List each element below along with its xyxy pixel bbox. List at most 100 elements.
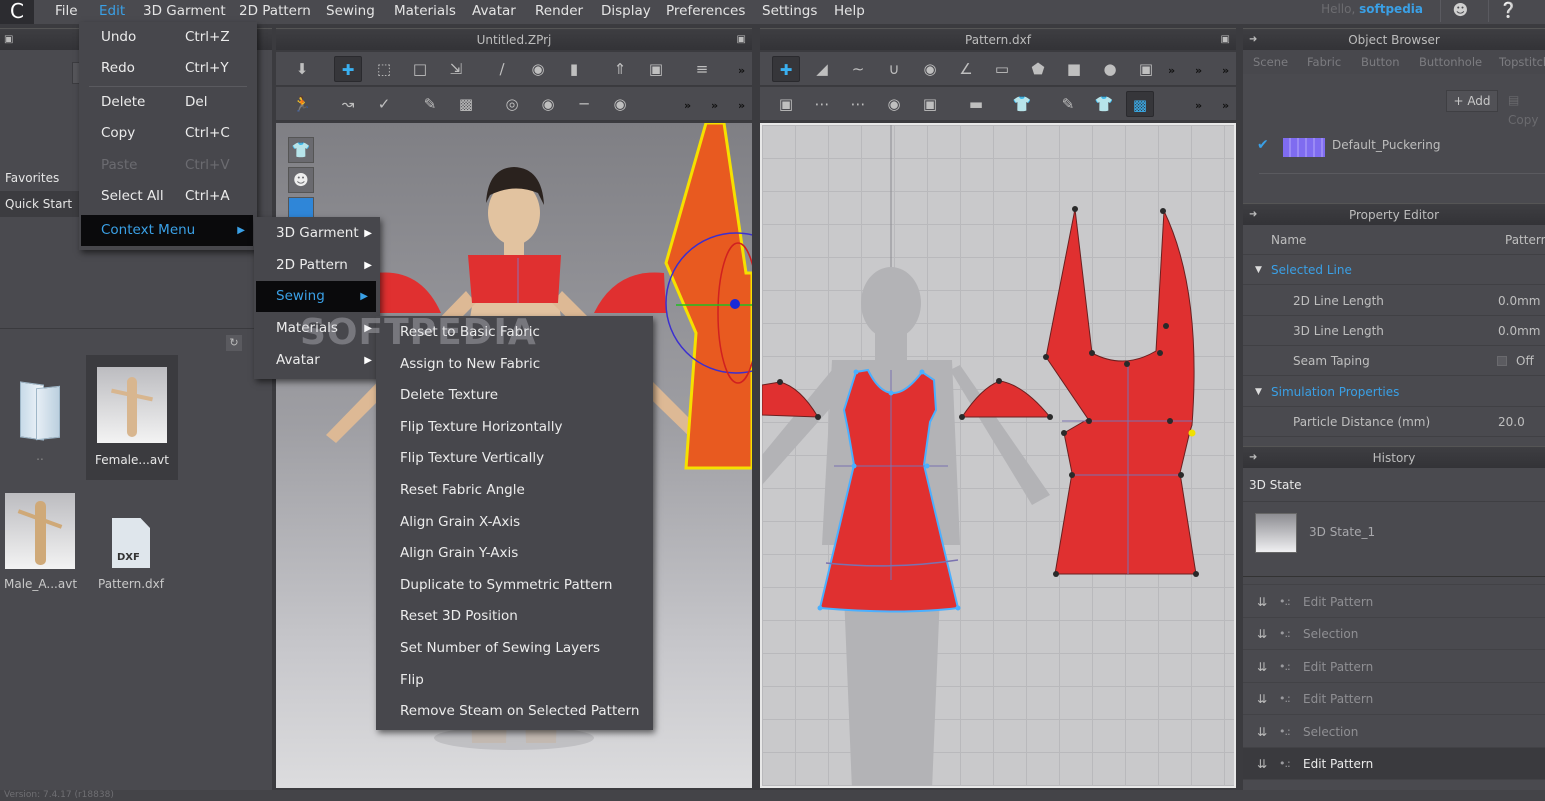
layer-icon[interactable]: ≡ xyxy=(688,56,716,82)
history-entry[interactable]: ⇊ •.: Edit Pattern xyxy=(1243,586,1545,618)
edit-curve-icon[interactable]: ∪ xyxy=(880,56,908,82)
dock-pin-icon[interactable]: ➜ xyxy=(1249,204,1257,226)
tree-item-quick-start[interactable]: Quick Start xyxy=(0,191,80,217)
dock-pin-icon[interactable]: ➜ xyxy=(1249,29,1257,51)
menu-help[interactable]: Help xyxy=(834,3,865,19)
copy-fabric-button[interactable]: ▤ Copy xyxy=(1502,90,1545,127)
toolbar-overflow-icon[interactable]: » xyxy=(1222,64,1229,77)
sewing-menu-item[interactable]: Flip Texture Horizontally xyxy=(376,412,653,443)
tree-item-favorites[interactable]: Favorites xyxy=(0,165,80,191)
username[interactable]: softpedia xyxy=(1359,2,1423,16)
toolbar-overflow-icon[interactable]: » xyxy=(1195,99,1202,112)
submenu-item-3d-garment[interactable]: 3D Garment ▶ xyxy=(254,218,380,249)
toolbar-overflow-icon[interactable]: » xyxy=(1222,99,1229,112)
history-entry[interactable]: ⇊ •.: Selection xyxy=(1243,577,1545,585)
ellipse-icon[interactable]: ● xyxy=(1096,56,1124,82)
button-select-icon[interactable]: ◉ xyxy=(534,91,562,117)
seam-taping-checkbox[interactable] xyxy=(1497,356,1507,366)
history-entry[interactable]: ⇊ •.: Edit Pattern xyxy=(1243,748,1545,780)
tab-topstitch[interactable]: Topstitch xyxy=(1499,52,1545,72)
menu-2d-pattern[interactable]: 2D Pattern xyxy=(239,3,311,19)
rectangle-icon[interactable]: ■ xyxy=(1060,56,1088,82)
file-male-avatar[interactable]: Male_A...avt xyxy=(4,493,77,601)
edit-sewing-icon[interactable]: ↝ xyxy=(334,91,362,117)
property-row[interactable]: 2D Line Length 0.0mm xyxy=(1243,286,1545,316)
menu-materials[interactable]: Materials xyxy=(394,3,456,19)
sewing-menu-item[interactable]: Flip Texture Vertically xyxy=(376,443,653,474)
history-entry[interactable]: ⇊ •.: Edit Pattern xyxy=(1243,683,1545,715)
property-value[interactable]: 0.0mm xyxy=(1498,286,1540,316)
edit-pattern-icon[interactable]: ✚ xyxy=(772,56,800,82)
submenu-item-2d-pattern[interactable]: 2D Pattern ▶ xyxy=(254,250,380,281)
property-value[interactable]: 20.0 xyxy=(1498,407,1525,437)
menu-preferences[interactable]: Preferences xyxy=(666,3,745,19)
tab-button[interactable]: Button xyxy=(1361,52,1400,72)
app-logo-icon[interactable]: C xyxy=(0,0,34,24)
tab-fabric[interactable]: Fabric xyxy=(1307,52,1341,72)
texture-2d-icon[interactable]: 👕 xyxy=(1090,91,1118,117)
button-icon[interactable]: ◎ xyxy=(498,91,526,117)
slash-icon[interactable]: ▭ xyxy=(988,56,1016,82)
transform-pattern-icon[interactable]: ✚ xyxy=(334,56,362,82)
sewing-menu-item[interactable]: Duplicate to Symmetric Pattern xyxy=(376,570,653,601)
cut-curve-icon[interactable]: ∠ xyxy=(952,56,980,82)
fabric-list-item[interactable]: ✔ Default_Puckering xyxy=(1243,132,1545,162)
fold-arrange-icon[interactable]: ⇑ xyxy=(606,56,634,82)
menu-item-redo[interactable]: Redo Ctrl+Y xyxy=(79,53,257,84)
menu-item-select-all[interactable]: Select All Ctrl+A xyxy=(79,181,257,212)
undock-icon[interactable]: ▣ xyxy=(4,29,13,51)
menu-3d-garment[interactable]: 3D Garment xyxy=(143,3,226,19)
tab-buttonhole[interactable]: Buttonhole xyxy=(1419,52,1482,72)
m-n-sew-icon[interactable]: ⋯ xyxy=(844,91,872,117)
property-row[interactable]: Seam Taping Off xyxy=(1243,346,1545,376)
arrow-down-icon[interactable]: ⬇ xyxy=(288,56,316,82)
polygon-icon[interactable]: ⬟ xyxy=(1024,56,1052,82)
submenu-item-sewing[interactable]: Sewing ▶ xyxy=(256,281,376,312)
sewing-menu-item[interactable]: Reset 3D Position xyxy=(376,601,653,632)
menu-render[interactable]: Render xyxy=(535,3,583,19)
file-folder-up[interactable]: .. xyxy=(0,358,80,478)
property-value[interactable]: 0.0mm xyxy=(1498,316,1540,346)
file-female-avatar[interactable]: Female...avt xyxy=(86,355,178,480)
history-entry[interactable]: ⇊ •.: Selection xyxy=(1243,716,1545,748)
free-sew-icon[interactable]: ⋯ xyxy=(808,91,836,117)
select-mesh-icon[interactable]: □ xyxy=(406,56,434,82)
menu-item-delete[interactable]: Delete Del xyxy=(79,87,257,118)
sewing-menu-item[interactable]: Remove Steam on Selected Pattern xyxy=(376,696,653,727)
avatar-pose-icon[interactable]: 🏃 xyxy=(288,91,316,117)
toolbar-overflow-icon[interactable]: » xyxy=(738,99,745,112)
sewing-menu-item[interactable]: Align Grain X-Axis xyxy=(376,507,653,538)
topstitch-icon[interactable]: 👕 xyxy=(1008,91,1036,117)
expand-arrow-icon[interactable]: ▼ xyxy=(1255,255,1262,285)
user-account-icon[interactable]: ☻ xyxy=(1440,0,1480,22)
help-icon[interactable]: ❔ xyxy=(1488,0,1528,22)
toolbar-overflow-icon[interactable]: » xyxy=(1168,64,1175,77)
toolbar-overflow-icon[interactable]: » xyxy=(684,99,691,112)
property-row[interactable]: Particle Distance (mm) 20.0 xyxy=(1243,407,1545,437)
add-fabric-button[interactable]: + Add xyxy=(1446,90,1498,112)
texture-toggle-icon[interactable]: ▩ xyxy=(452,91,480,117)
grain-texture-icon[interactable]: ▩ xyxy=(1126,91,1154,117)
refresh-icon[interactable]: ↻ xyxy=(226,335,242,351)
internal-shape-icon[interactable]: ▣ xyxy=(1132,56,1160,82)
history-entry[interactable]: ⇊ •.: Edit Pattern xyxy=(1243,651,1545,683)
sewing-menu-item[interactable]: Flip xyxy=(376,665,653,696)
lock-button-icon[interactable]: ◉ xyxy=(606,91,634,117)
tab-scene[interactable]: Scene xyxy=(1253,52,1288,72)
expand-arrow-icon[interactable]: ▼ xyxy=(1255,377,1262,407)
toolbar-overflow-icon[interactable]: » xyxy=(738,64,745,77)
steam-iron-icon[interactable]: ▬ xyxy=(962,91,990,117)
check-sew-icon[interactable]: ▣ xyxy=(916,91,944,117)
dock-pin-icon[interactable]: ➜ xyxy=(1249,447,1257,469)
buttonhole-icon[interactable]: ─ xyxy=(570,91,598,117)
sewing-menu-item[interactable]: Set Number of Sewing Layers xyxy=(376,633,653,664)
sewing-menu-item[interactable]: Delete Texture xyxy=(376,380,653,411)
menu-sewing[interactable]: Sewing xyxy=(326,3,375,19)
menu-edit[interactable]: Edit xyxy=(99,3,125,19)
texture-edit-icon[interactable]: ✎ xyxy=(416,91,444,117)
history-state-item[interactable]: 3D State_1 xyxy=(1243,503,1545,573)
menu-settings[interactable]: Settings xyxy=(762,3,817,19)
garment-pin-icon[interactable]: ▮ xyxy=(560,56,588,82)
property-group-selected-line[interactable]: ▼ Selected Line xyxy=(1243,255,1545,285)
property-group-simulation[interactable]: ▼ Simulation Properties xyxy=(1243,377,1545,407)
